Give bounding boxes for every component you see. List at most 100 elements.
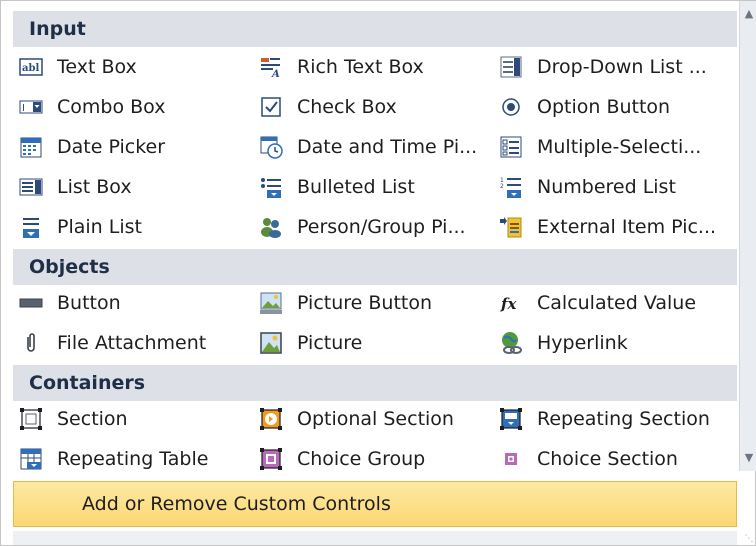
control-numbered-list[interactable]: 12 Numbered List — [499, 167, 735, 207]
button-icon — [19, 298, 43, 308]
control-section[interactable]: Section — [19, 399, 249, 439]
control-date-picker[interactable]: Date Picker — [19, 127, 249, 167]
resize-grip-icon[interactable]: ⋱ — [743, 533, 755, 545]
control-label: External Item Pic... — [537, 216, 717, 238]
scroll-down-arrow-icon[interactable]: ▼ — [741, 447, 756, 467]
date-picker-icon — [20, 137, 42, 158]
svg-text:2: 2 — [500, 183, 504, 190]
control-label: List Box — [57, 176, 132, 198]
section-title-objects: Objects — [29, 256, 110, 278]
control-label: Bulleted List — [297, 176, 415, 198]
check-box-icon — [261, 97, 281, 117]
person-group-picker-icon — [261, 218, 281, 238]
control-label: Hyperlink — [537, 332, 628, 354]
numbered-list-icon: 12 — [500, 177, 521, 198]
section-title-containers: Containers — [29, 372, 146, 394]
control-file-attachment[interactable]: File Attachment — [19, 323, 249, 363]
svg-text:abl: abl — [22, 63, 39, 74]
control-label: Section — [57, 408, 128, 430]
external-item-picker-icon — [500, 217, 522, 238]
control-button[interactable]: Button — [19, 283, 249, 323]
control-option-button[interactable]: Option Button — [499, 87, 735, 127]
control-rich-text-box[interactable]: A Rich Text Box — [259, 47, 491, 87]
control-label: File Attachment — [57, 332, 207, 354]
control-combo-box[interactable]: I Combo Box — [19, 87, 249, 127]
control-bulleted-list[interactable]: Bulleted List — [259, 167, 491, 207]
control-label: Combo Box — [57, 96, 166, 118]
control-label: Button — [57, 292, 121, 314]
control-text-box[interactable]: abl Text Box — [19, 47, 249, 87]
text-box-icon: abl — [19, 58, 43, 76]
rich-text-box-icon: A — [261, 58, 280, 79]
control-calculated-value[interactable]: fx Calculated Value — [499, 283, 735, 323]
repeating-section-icon — [500, 408, 522, 430]
choice-section-icon — [505, 453, 517, 465]
control-label: Option Button — [537, 96, 671, 118]
section-header-input: Input — [13, 11, 737, 47]
footer-label: Add or Remove Custom Controls — [82, 493, 391, 515]
option-button-icon — [502, 98, 520, 116]
control-label: Text Box — [57, 56, 137, 78]
bulleted-list-icon — [261, 178, 281, 198]
multiple-selection-list-icon — [500, 136, 522, 158]
section-icon — [20, 408, 42, 430]
svg-text:A: A — [271, 69, 280, 79]
control-plain-list[interactable]: Plain List — [19, 207, 249, 247]
control-picture[interactable]: Picture — [259, 323, 491, 363]
control-label: Picture Button — [297, 292, 433, 314]
plain-list-icon — [23, 218, 39, 238]
section-header-containers: Containers — [13, 365, 737, 401]
calculated-value-icon: fx — [500, 295, 517, 313]
repeating-table-icon — [20, 448, 42, 470]
picture-button-icon — [260, 292, 282, 314]
control-hyperlink[interactable]: Hyperlink — [499, 323, 735, 363]
optional-section-icon — [260, 408, 282, 430]
file-attachment-icon — [27, 333, 35, 352]
scroll-up-arrow-icon[interactable]: ▲ — [741, 3, 756, 23]
control-external-item-picker[interactable]: External Item Pic... — [499, 207, 735, 247]
date-time-picker-icon — [260, 136, 283, 159]
control-label: Choice Section — [537, 448, 678, 470]
svg-text:I: I — [22, 103, 25, 114]
control-check-box[interactable]: Check Box — [259, 87, 491, 127]
control-label: Drop-Down List ... — [537, 56, 707, 78]
control-label: Calculated Value — [537, 292, 697, 314]
vertical-scrollbar[interactable]: ▲ ▼ — [739, 1, 756, 471]
control-list-box[interactable]: List Box — [19, 167, 249, 207]
control-label: Repeating Table — [57, 448, 209, 470]
combo-box-icon: I — [19, 100, 43, 114]
control-person-group-picker[interactable]: Person/Group Pi... — [259, 207, 491, 247]
control-picture-button[interactable]: Picture Button — [259, 283, 491, 323]
hyperlink-icon — [502, 332, 522, 354]
control-label: Plain List — [57, 216, 142, 238]
section-header-objects: Objects — [13, 249, 737, 285]
control-label: Optional Section — [297, 408, 454, 430]
control-drop-down-list[interactable]: Drop-Down List ... — [499, 47, 735, 87]
control-label: Check Box — [297, 96, 397, 118]
svg-text:fx: fx — [500, 295, 517, 313]
drop-down-list-icon — [500, 56, 522, 78]
control-label: Choice Group — [297, 448, 426, 470]
control-label: Multiple-Selecti... — [537, 136, 702, 158]
picture-icon — [260, 332, 282, 354]
control-label: Person/Group Pi... — [297, 216, 466, 238]
control-repeating-section[interactable]: Repeating Section — [499, 399, 735, 439]
control-repeating-table[interactable]: Repeating Table — [19, 439, 249, 479]
bottom-strip — [13, 531, 737, 545]
add-remove-custom-controls-button[interactable]: Add or Remove Custom Controls — [13, 481, 737, 527]
controls-gallery: Input abl Text Box A Rich Text Box Drop-… — [0, 0, 756, 546]
controls-list: Input abl Text Box A Rich Text Box Drop-… — [1, 1, 739, 471]
control-label: Date Picker — [57, 136, 166, 158]
control-choice-group[interactable]: Choice Group — [259, 439, 491, 479]
control-label: Date and Time Pi... — [297, 136, 478, 158]
control-date-time-picker[interactable]: Date and Time Pi... — [259, 127, 491, 167]
control-optional-section[interactable]: Optional Section — [259, 399, 491, 439]
list-box-icon — [19, 178, 43, 196]
control-label: Numbered List — [537, 176, 676, 198]
control-label: Rich Text Box — [297, 56, 424, 78]
control-label: Repeating Section — [537, 408, 710, 430]
section-title-input: Input — [29, 18, 86, 40]
control-multiple-selection-list[interactable]: Multiple-Selecti... — [499, 127, 735, 167]
choice-group-icon — [260, 448, 282, 470]
control-choice-section[interactable]: Choice Section — [499, 439, 735, 479]
